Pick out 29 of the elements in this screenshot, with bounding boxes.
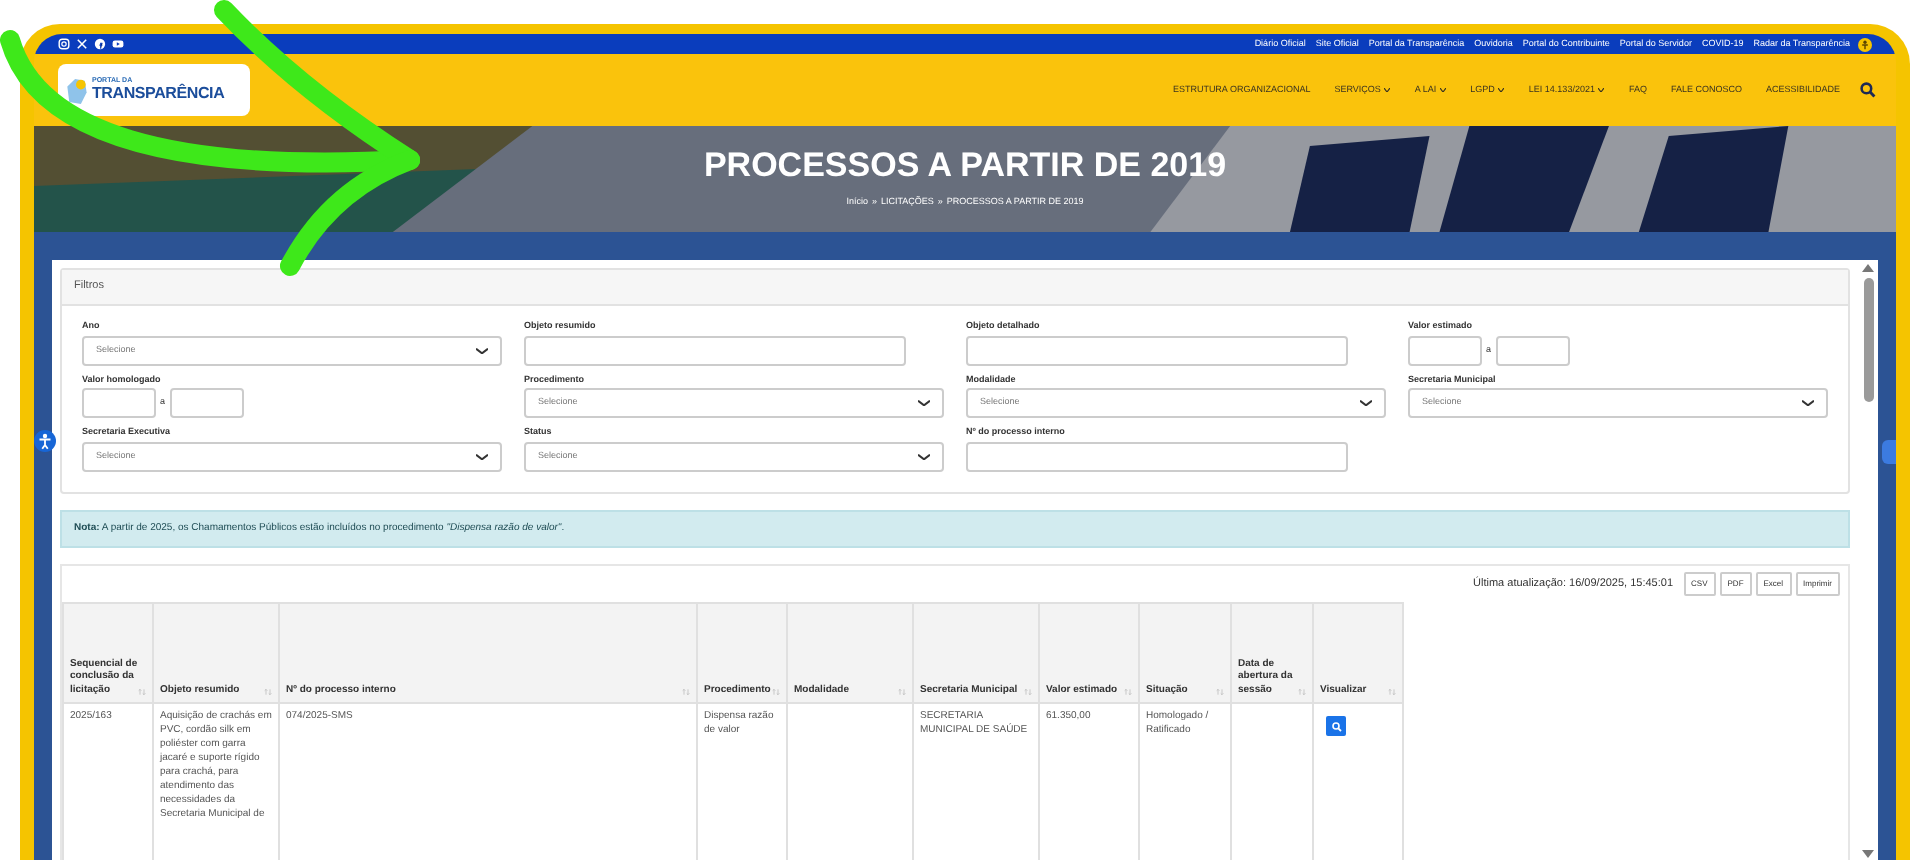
magnifier-icon: [1331, 721, 1341, 731]
input-field[interactable]: [1408, 335, 1482, 365]
search-icon[interactable]: [1860, 82, 1876, 98]
chevron-icon: [1360, 400, 1372, 406]
input-field[interactable]: [966, 441, 1348, 471]
chevron-icon: [918, 400, 930, 406]
input-field[interactable]: [169, 388, 244, 418]
circle-f-icon[interactable]: [94, 38, 106, 50]
chevron-icon: [1802, 400, 1814, 406]
scroll-down-icon[interactable]: [1862, 850, 1874, 858]
x-icon[interactable]: [76, 38, 88, 50]
input-field[interactable]: [966, 335, 1348, 365]
camera-icon[interactable]: [58, 38, 70, 50]
chevron-icon: [918, 453, 930, 459]
input-field[interactable]: [82, 388, 156, 418]
view-button[interactable]: [1326, 716, 1346, 736]
play-icon[interactable]: [112, 38, 124, 50]
accessibility-button[interactable]: [34, 430, 56, 452]
input-field[interactable]: [524, 335, 906, 365]
chevron-icon: [476, 453, 488, 459]
side-tab[interactable]: [1882, 440, 1896, 464]
map-icon: [66, 76, 88, 104]
accessibility-icon[interactable]: [1858, 37, 1872, 51]
page-title: PROCESSOS A PARTIR DE 2019: [703, 148, 1227, 183]
logo-title: TRANSPARÊNCIA: [92, 85, 225, 102]
input-field[interactable]: [1495, 335, 1570, 365]
scroll-up-icon[interactable]: [1862, 264, 1874, 272]
chevron-icon: [476, 347, 488, 353]
scrollbar-thumb[interactable]: [1863, 278, 1873, 402]
